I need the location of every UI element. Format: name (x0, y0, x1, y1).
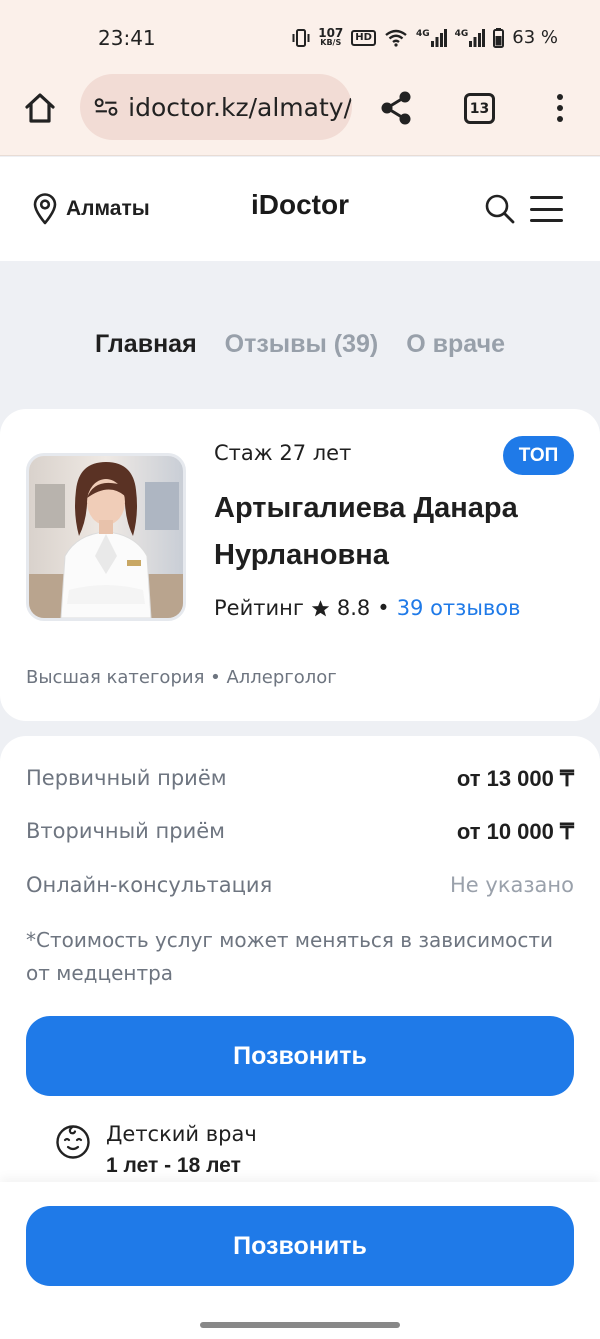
hd-icon: HD (351, 29, 376, 46)
reviews-link[interactable]: 39 отзывов (397, 596, 521, 620)
battery-level: 63 % (512, 27, 558, 48)
rating-row: Рейтинг 8.8 • 39 отзывов (214, 596, 521, 620)
net-speed: 107 KB/S (318, 25, 344, 47)
signal-2: 4G (455, 28, 486, 47)
kids-text: Детский врач 1 лет - 18 лет (106, 1122, 257, 1178)
signal-1: 4G (416, 28, 447, 47)
price-note: *Стоимость услуг может меняться в зависи… (26, 928, 554, 985)
browser-chrome: 23:41 107 KB/S HD 4G 4G 63 % idoctor.kz/… (0, 0, 600, 156)
kids-doctor-info: Детский врач 1 лет - 18 лет (54, 1122, 257, 1178)
tab-about[interactable]: О враче (406, 330, 505, 359)
address-bar: idoctor.kz/almaty/ 13 (0, 74, 600, 142)
home-button[interactable] (20, 88, 60, 128)
price-label: Онлайн-консультация (26, 873, 273, 897)
price-row-primary: Первичный приём от 13 000 ₸ (26, 766, 574, 792)
experience: Стаж 27 лет (214, 441, 352, 465)
kids-title: Детский врач (106, 1122, 257, 1146)
search-icon[interactable] (484, 193, 516, 225)
tab-switcher-button[interactable]: 13 (464, 93, 495, 124)
price-row-secondary: Вторичный приём от 10 000 ₸ (26, 819, 574, 845)
call-button[interactable]: Позвонить (26, 1016, 574, 1096)
baby-face-icon (56, 1125, 90, 1159)
status-icons: 107 KB/S HD 4G 4G 63 % (292, 27, 558, 48)
sticky-call-button[interactable]: Позвонить (26, 1206, 574, 1286)
price-row-online: Онлайн-консультация Не указано (26, 873, 574, 897)
price-value: Не указано (450, 873, 574, 897)
doctor-portrait-image (29, 456, 183, 618)
hamburger-menu-icon[interactable] (530, 196, 563, 222)
tab-main[interactable]: Главная (95, 330, 197, 359)
city-label: Алматы (66, 197, 150, 220)
doctor-name: Артыгалиева Данара Нурлановна (214, 492, 518, 571)
price-label: Первичный приём (26, 766, 227, 790)
more-options-icon[interactable] (546, 88, 574, 128)
wifi-icon (385, 29, 407, 47)
url-text: idoctor.kz/almaty/ (128, 92, 352, 122)
rating-label: Рейтинг (214, 596, 304, 620)
price-value: от 10 000 ₸ (456, 819, 574, 844)
rating-value: 8.8 (336, 596, 371, 620)
doctor-photo (26, 453, 186, 621)
sticky-call-bar: Позвонить (0, 1182, 600, 1339)
share-button[interactable] (376, 88, 416, 128)
vibrate-icon (292, 28, 310, 47)
share-icon (381, 91, 411, 125)
site-settings-icon (94, 98, 118, 116)
signal-bars-icon (469, 28, 486, 47)
url-field[interactable]: idoctor.kz/almaty/ (80, 74, 352, 140)
gesture-nav-handle[interactable] (200, 1322, 400, 1328)
status-bar: 23:41 107 KB/S HD 4G 4G 63 % (0, 0, 600, 74)
kids-age-range: 1 лет - 18 лет (106, 1154, 241, 1177)
home-icon (25, 93, 55, 123)
price-value: от 13 000 ₸ (456, 766, 574, 791)
battery-icon (493, 27, 505, 48)
rating-separator: • (377, 596, 390, 620)
doctor-card: Стаж 27 лет ТОП Артыгалиева Данара Нурла… (0, 409, 600, 721)
city-selector[interactable]: Алматы (32, 193, 150, 225)
star-icon (311, 599, 330, 616)
top-badge: ТОП (503, 436, 574, 475)
tab-reviews[interactable]: Отзывы (39) (225, 330, 379, 359)
price-label: Вторичный приём (26, 819, 225, 843)
signal-bars-icon (430, 28, 447, 47)
location-pin-icon (33, 193, 57, 225)
doctor-tabs: Главная Отзывы (39) О враче (0, 330, 600, 359)
site-header: Алматы iDoctor (0, 157, 600, 261)
status-time: 23:41 (98, 26, 156, 50)
doctor-category: Высшая категория • Аллерголог (26, 667, 337, 688)
